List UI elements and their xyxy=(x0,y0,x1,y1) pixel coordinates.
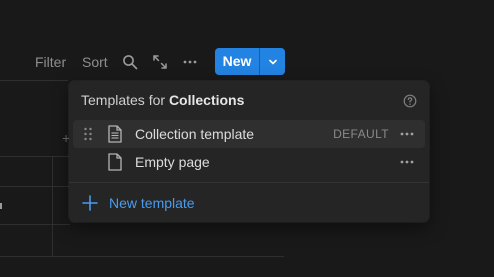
menu-header-prefix: Templates for xyxy=(81,92,169,108)
expand-icon[interactable] xyxy=(152,54,168,70)
drag-handle-icon[interactable] xyxy=(83,127,93,141)
table-grid-line xyxy=(0,256,284,257)
new-button[interactable]: New xyxy=(215,48,259,75)
search-icon[interactable] xyxy=(122,54,138,70)
help-icon[interactable] xyxy=(403,94,417,108)
filter-button[interactable]: Filter xyxy=(35,48,66,76)
sort-button[interactable]: Sort xyxy=(82,48,108,76)
table-grid-line xyxy=(0,186,70,187)
new-dropdown-button[interactable] xyxy=(260,48,285,75)
templates-menu: Templates for Collections Collection tem… xyxy=(69,81,429,222)
new-template-label: New template xyxy=(109,195,195,211)
more-icon[interactable] xyxy=(182,54,198,70)
template-item-label: Empty page xyxy=(135,154,210,170)
document-lines-icon xyxy=(108,125,122,143)
menu-divider xyxy=(69,182,429,183)
table-top-border xyxy=(0,80,68,81)
more-icon[interactable] xyxy=(399,128,415,140)
table-column-divider xyxy=(52,156,53,256)
row-marker xyxy=(0,203,2,209)
template-item-label: Collection template xyxy=(135,126,255,142)
table-grid-line xyxy=(0,224,70,225)
template-item-empty-page[interactable]: Empty page xyxy=(73,148,425,176)
plus-icon xyxy=(82,195,98,211)
default-badge: DEFAULT xyxy=(333,127,389,141)
menu-header-database: Collections xyxy=(168,92,245,108)
chevron-down-icon xyxy=(268,59,277,64)
menu-header: Templates for Collections xyxy=(81,92,244,108)
new-button-group: New xyxy=(215,48,285,75)
document-blank-icon xyxy=(108,153,122,171)
template-item-collection[interactable]: Collection template DEFAULT xyxy=(73,120,425,148)
new-template-button[interactable]: New template xyxy=(81,193,195,213)
more-icon[interactable] xyxy=(399,156,415,168)
